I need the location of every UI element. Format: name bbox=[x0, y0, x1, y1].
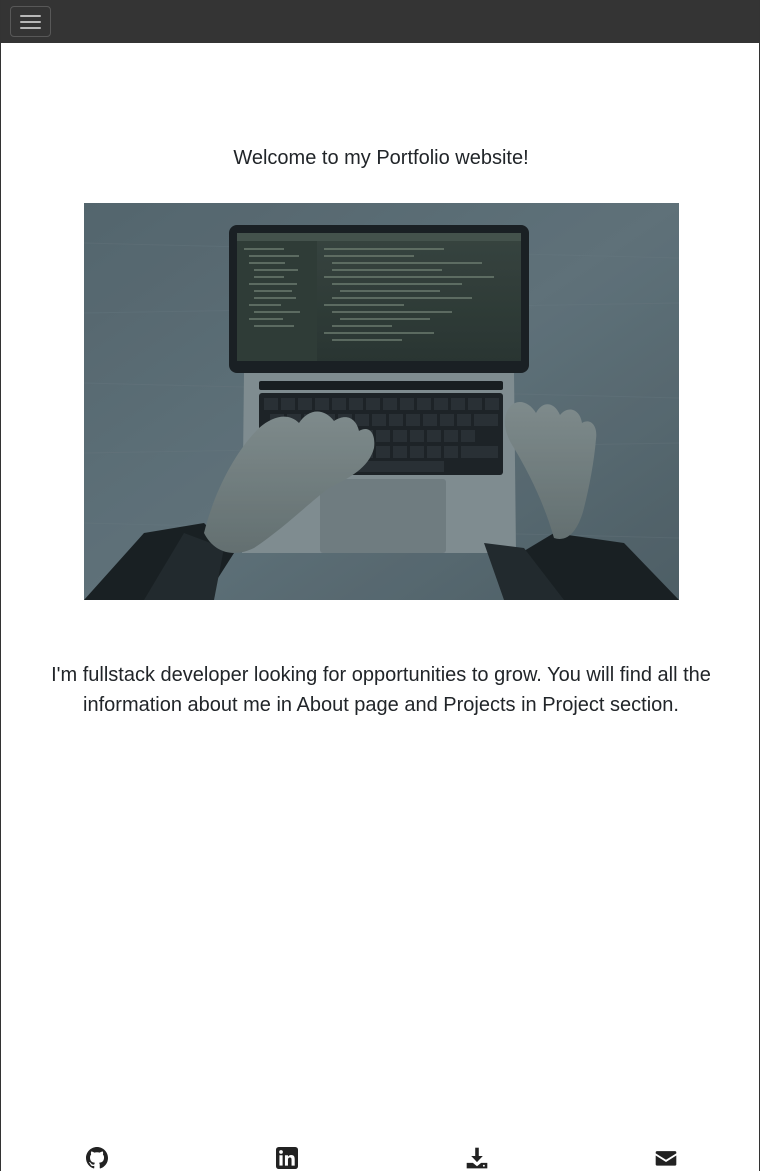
hero-image bbox=[84, 203, 679, 600]
intro-paragraph: I'm fullstack developer looking for oppo… bbox=[51, 664, 711, 716]
envelope-icon bbox=[655, 1151, 677, 1166]
linkedin-link[interactable] bbox=[276, 1147, 298, 1169]
linkedin-icon bbox=[276, 1147, 298, 1169]
github-link[interactable] bbox=[86, 1147, 108, 1169]
download-icon bbox=[466, 1147, 488, 1169]
navbar bbox=[1, 0, 759, 43]
email-link[interactable] bbox=[655, 1147, 677, 1169]
github-icon bbox=[86, 1147, 108, 1169]
download-cv-link[interactable] bbox=[466, 1147, 488, 1169]
page: Welcome to my Portfolio website! I'm ful… bbox=[0, 0, 760, 1171]
navbar-toggle-button[interactable] bbox=[10, 6, 51, 37]
footer-social-links bbox=[1, 1145, 759, 1171]
welcome-heading: Welcome to my Portfolio website! bbox=[233, 147, 529, 169]
